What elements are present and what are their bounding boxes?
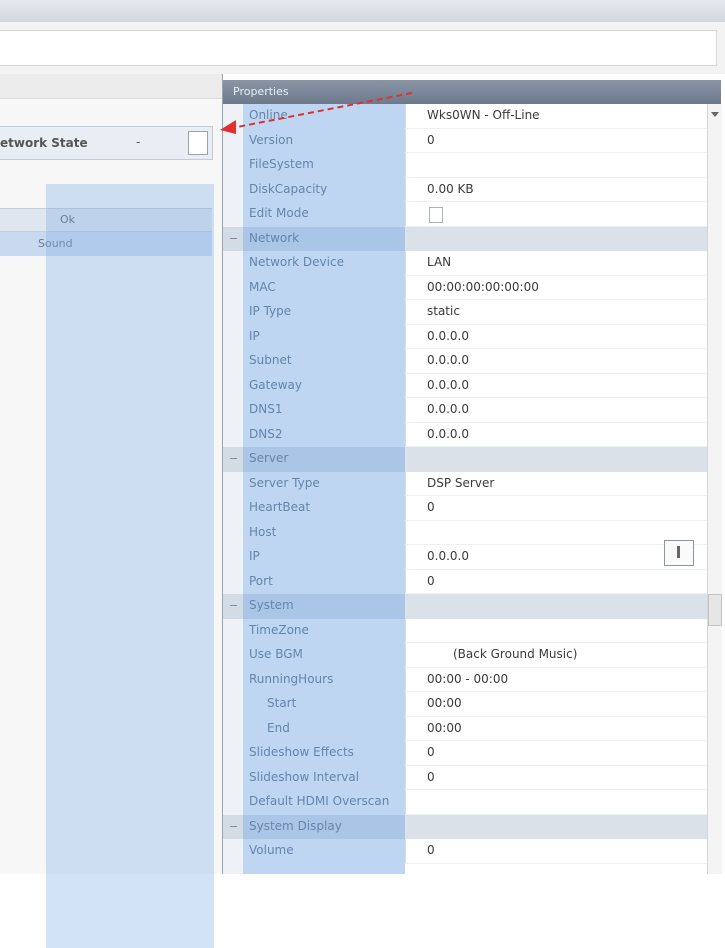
arrow-head-icon <box>220 120 236 134</box>
arrow-line <box>231 92 413 129</box>
annotation-arrow <box>220 92 413 134</box>
